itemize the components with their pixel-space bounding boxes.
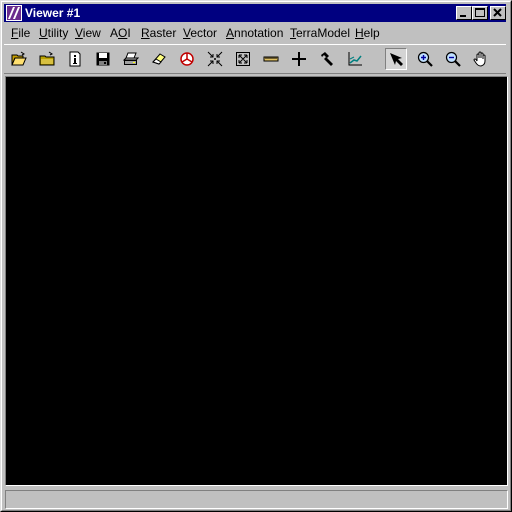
maximize-icon: [475, 8, 485, 17]
maximize-button[interactable]: [472, 6, 488, 20]
viewer-window: Viewer #1 File Utility View AOI Raster V…: [0, 0, 512, 512]
zoom-out-icon: [445, 51, 461, 67]
profile-chart-icon: [348, 52, 362, 66]
hammer-icon: [321, 52, 333, 66]
layer-info-button[interactable]: [64, 48, 86, 70]
shrink-arrows-icon: [207, 51, 223, 67]
profile-button[interactable]: [344, 48, 366, 70]
menu-utility[interactable]: Utility: [39, 26, 68, 40]
info-icon: [69, 51, 81, 67]
roam-icon: [180, 52, 194, 66]
window-title: Viewer #1: [25, 6, 81, 20]
hand-icon: [473, 51, 486, 67]
title-bar[interactable]: Viewer #1: [4, 4, 506, 22]
zoom-in-icon: [417, 51, 433, 67]
reset-zoom-button[interactable]: [232, 48, 254, 70]
menu-raster[interactable]: Raster: [141, 26, 176, 40]
minimize-icon: [460, 15, 466, 17]
pan-button[interactable]: [470, 48, 492, 70]
toolbar: [4, 44, 506, 74]
menu-aoi[interactable]: AOI: [110, 26, 131, 40]
zoom-out-button[interactable]: [442, 48, 464, 70]
menu-annotation[interactable]: Annotation: [226, 26, 283, 40]
crosshair-icon: [292, 52, 306, 66]
close-layer-button[interactable]: [36, 48, 58, 70]
menu-vector[interactable]: Vector: [183, 26, 217, 40]
printer-icon: [123, 52, 139, 65]
roam-button[interactable]: [176, 48, 198, 70]
close-button[interactable]: [490, 6, 506, 20]
viewer-app-icon[interactable]: [6, 5, 22, 21]
inquire-cursor-button[interactable]: [288, 48, 310, 70]
fit-to-frame-button[interactable]: [204, 48, 226, 70]
menu-bar: File Utility View AOI Raster Vector Anno…: [4, 23, 506, 43]
menu-view[interactable]: View: [75, 26, 101, 40]
clear-view-button[interactable]: [148, 48, 170, 70]
folder-close-icon: [39, 51, 55, 66]
status-bar: [5, 490, 508, 509]
zoom-in-button[interactable]: [414, 48, 436, 70]
open-layer-button[interactable]: [8, 48, 30, 70]
select-pointer-button[interactable]: [385, 48, 407, 70]
floppy-icon: [96, 52, 110, 66]
ruler-icon: [263, 56, 279, 62]
eraser-icon: [152, 53, 166, 65]
measure-button[interactable]: [260, 48, 282, 70]
menu-terramodel[interactable]: TerraModel: [290, 26, 350, 40]
expand-arrows-icon: [236, 52, 250, 66]
menu-help[interactable]: Help: [355, 26, 380, 40]
minimize-button[interactable]: [456, 6, 472, 20]
save-button[interactable]: [92, 48, 114, 70]
print-button[interactable]: [120, 48, 142, 70]
tools-button[interactable]: [316, 48, 338, 70]
arrow-pointer-icon: [390, 53, 403, 66]
viewer-canvas[interactable]: [5, 76, 508, 486]
menu-file[interactable]: File: [11, 26, 30, 40]
folder-open-icon: [11, 51, 27, 66]
close-icon: [493, 8, 502, 17]
